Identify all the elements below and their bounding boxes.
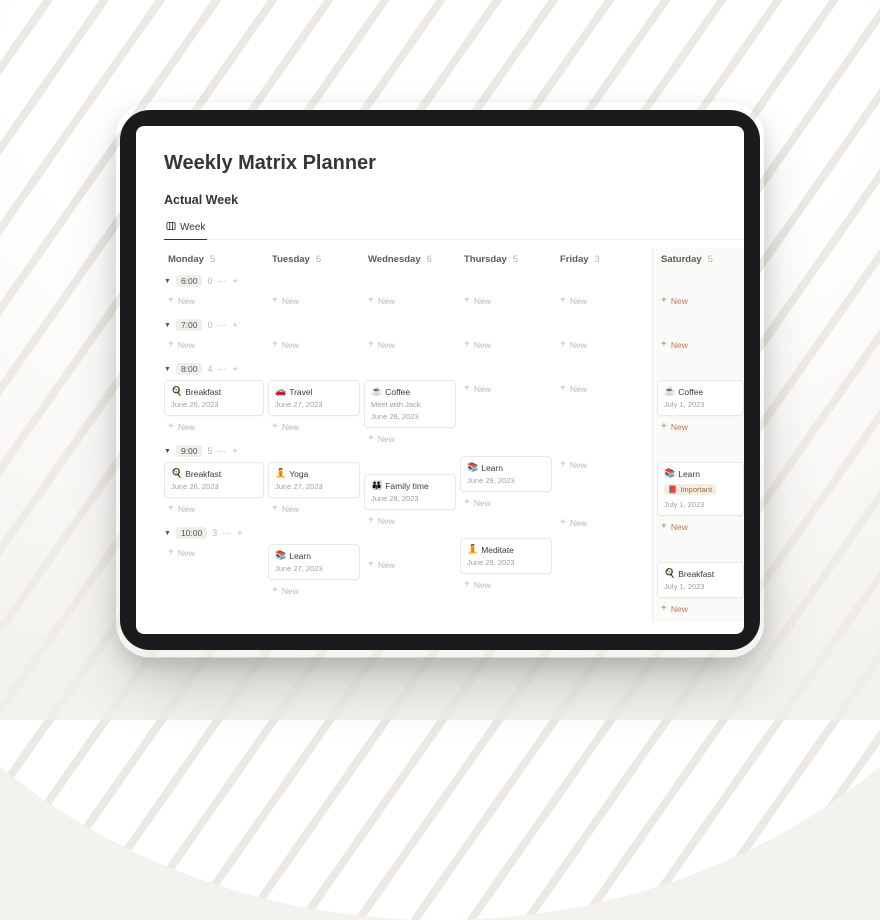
breakfast-icon: 🍳	[171, 386, 182, 397]
card-breakfast[interactable]: 🍳Breakfast June 26, 2023	[164, 380, 264, 416]
card-coffee[interactable]: ☕CoffeeJuly 1, 2023	[657, 380, 744, 416]
col-tuesday: Tuesday6 +New +New 🚗TravelJune 27, 2023 …	[268, 248, 364, 622]
card-meditate[interactable]: 🧘MeditateJune 29, 2023	[460, 538, 552, 574]
page-title: Weekly Matrix Planner	[164, 152, 744, 175]
col-header[interactable]: Friday3	[556, 248, 648, 270]
chevron-down-icon: ▼	[164, 278, 171, 285]
new-button[interactable]: +New	[657, 292, 744, 310]
card-family[interactable]: 👪Family timeJune 28, 2023	[364, 474, 456, 510]
new-button[interactable]: +New	[164, 292, 264, 310]
new-button[interactable]: +New	[164, 336, 264, 354]
new-button[interactable]: +New	[364, 556, 456, 574]
badge-important: 📕Important	[664, 484, 716, 495]
app-screen: Weekly Matrix Planner Actual Week Week M…	[136, 126, 744, 634]
col-header[interactable]: Saturday5	[657, 248, 744, 270]
section-title: Actual Week	[164, 193, 744, 207]
new-button[interactable]: +New	[364, 336, 456, 354]
col-thursday: Thursday5 +New +New +New 📚LearnJune 29, …	[460, 248, 556, 622]
new-button[interactable]: +New	[657, 336, 744, 354]
col-wednesday: Wednesday6 +New +New ☕Coffee Meet with J…	[364, 248, 460, 622]
card-learn[interactable]: 📚Learn 📕Important July 1, 2023	[657, 462, 744, 516]
new-button[interactable]: +New	[460, 494, 552, 512]
new-button[interactable]: +New	[268, 582, 360, 600]
new-button[interactable]: +New	[657, 600, 744, 618]
card-coffee[interactable]: ☕Coffee Meet with Jack June 28, 2023	[364, 380, 456, 428]
new-button[interactable]: +New	[364, 292, 456, 310]
new-button[interactable]: +New	[164, 418, 264, 436]
time-header-7[interactable]: ▼7:00 0⋯+	[164, 314, 264, 336]
board: Monday5 ▼ 6:00 0 ⋯ + +New	[164, 248, 744, 622]
new-button[interactable]: +New	[657, 518, 744, 536]
time-header-6[interactable]: ▼ 6:00 0 ⋯ +	[164, 270, 264, 292]
col-monday: Monday5 ▼ 6:00 0 ⋯ + +New	[164, 248, 268, 622]
card-breakfast[interactable]: 🍳Breakfast June 26, 2023	[164, 462, 264, 498]
new-button[interactable]: +New	[268, 336, 360, 354]
new-button[interactable]: +New	[556, 514, 648, 532]
time-header-9[interactable]: ▼9:00 5⋯+	[164, 440, 264, 462]
new-button[interactable]: +New	[364, 512, 456, 530]
col-friday: Friday3 +New +New +New +New +New	[556, 248, 652, 622]
new-button[interactable]: +New	[268, 500, 360, 518]
col-saturday: Saturday5 +New +New ☕CoffeeJuly 1, 2023 …	[652, 248, 744, 622]
new-button[interactable]: +New	[556, 292, 648, 310]
card-learn[interactable]: 📚LearnJune 29, 2023	[460, 456, 552, 492]
board-icon	[166, 221, 176, 234]
tablet-frame: Weekly Matrix Planner Actual Week Week M…	[120, 110, 760, 650]
card-travel[interactable]: 🚗TravelJune 27, 2023	[268, 380, 360, 416]
tab-divider	[164, 239, 744, 240]
col-header[interactable]: Monday5	[164, 248, 264, 270]
tab-week[interactable]: Week	[164, 217, 207, 240]
new-button[interactable]: +New	[460, 576, 552, 594]
new-button[interactable]: +New	[556, 456, 648, 474]
new-button[interactable]: +New	[657, 418, 744, 436]
new-button[interactable]: +New	[364, 430, 456, 448]
col-header[interactable]: Thursday5	[460, 248, 552, 270]
card-breakfast[interactable]: 🍳BreakfastJuly 1, 2023	[657, 562, 744, 598]
new-button[interactable]: +New	[268, 418, 360, 436]
new-button[interactable]: +New	[460, 336, 552, 354]
new-button[interactable]: +New	[268, 292, 360, 310]
tab-label: Week	[180, 222, 205, 233]
time-header-10[interactable]: ▼10:00 3⋯+	[164, 522, 264, 544]
new-button[interactable]: +New	[556, 336, 648, 354]
new-button[interactable]: +New	[460, 380, 552, 398]
card-yoga[interactable]: 🧘YogaJune 27, 2023	[268, 462, 360, 498]
new-button[interactable]: +New	[460, 292, 552, 310]
card-learn[interactable]: 📚LearnJune 27, 2023	[268, 544, 360, 580]
new-button[interactable]: +New	[556, 380, 648, 398]
new-button[interactable]: +New	[164, 544, 264, 562]
col-header[interactable]: Tuesday6	[268, 248, 360, 270]
col-header[interactable]: Wednesday6	[364, 248, 456, 270]
plus-icon[interactable]: +	[233, 276, 238, 286]
new-button[interactable]: +New	[164, 500, 264, 518]
more-icon[interactable]: ⋯	[218, 276, 228, 287]
time-header-8[interactable]: ▼8:00 4⋯+	[164, 358, 264, 380]
